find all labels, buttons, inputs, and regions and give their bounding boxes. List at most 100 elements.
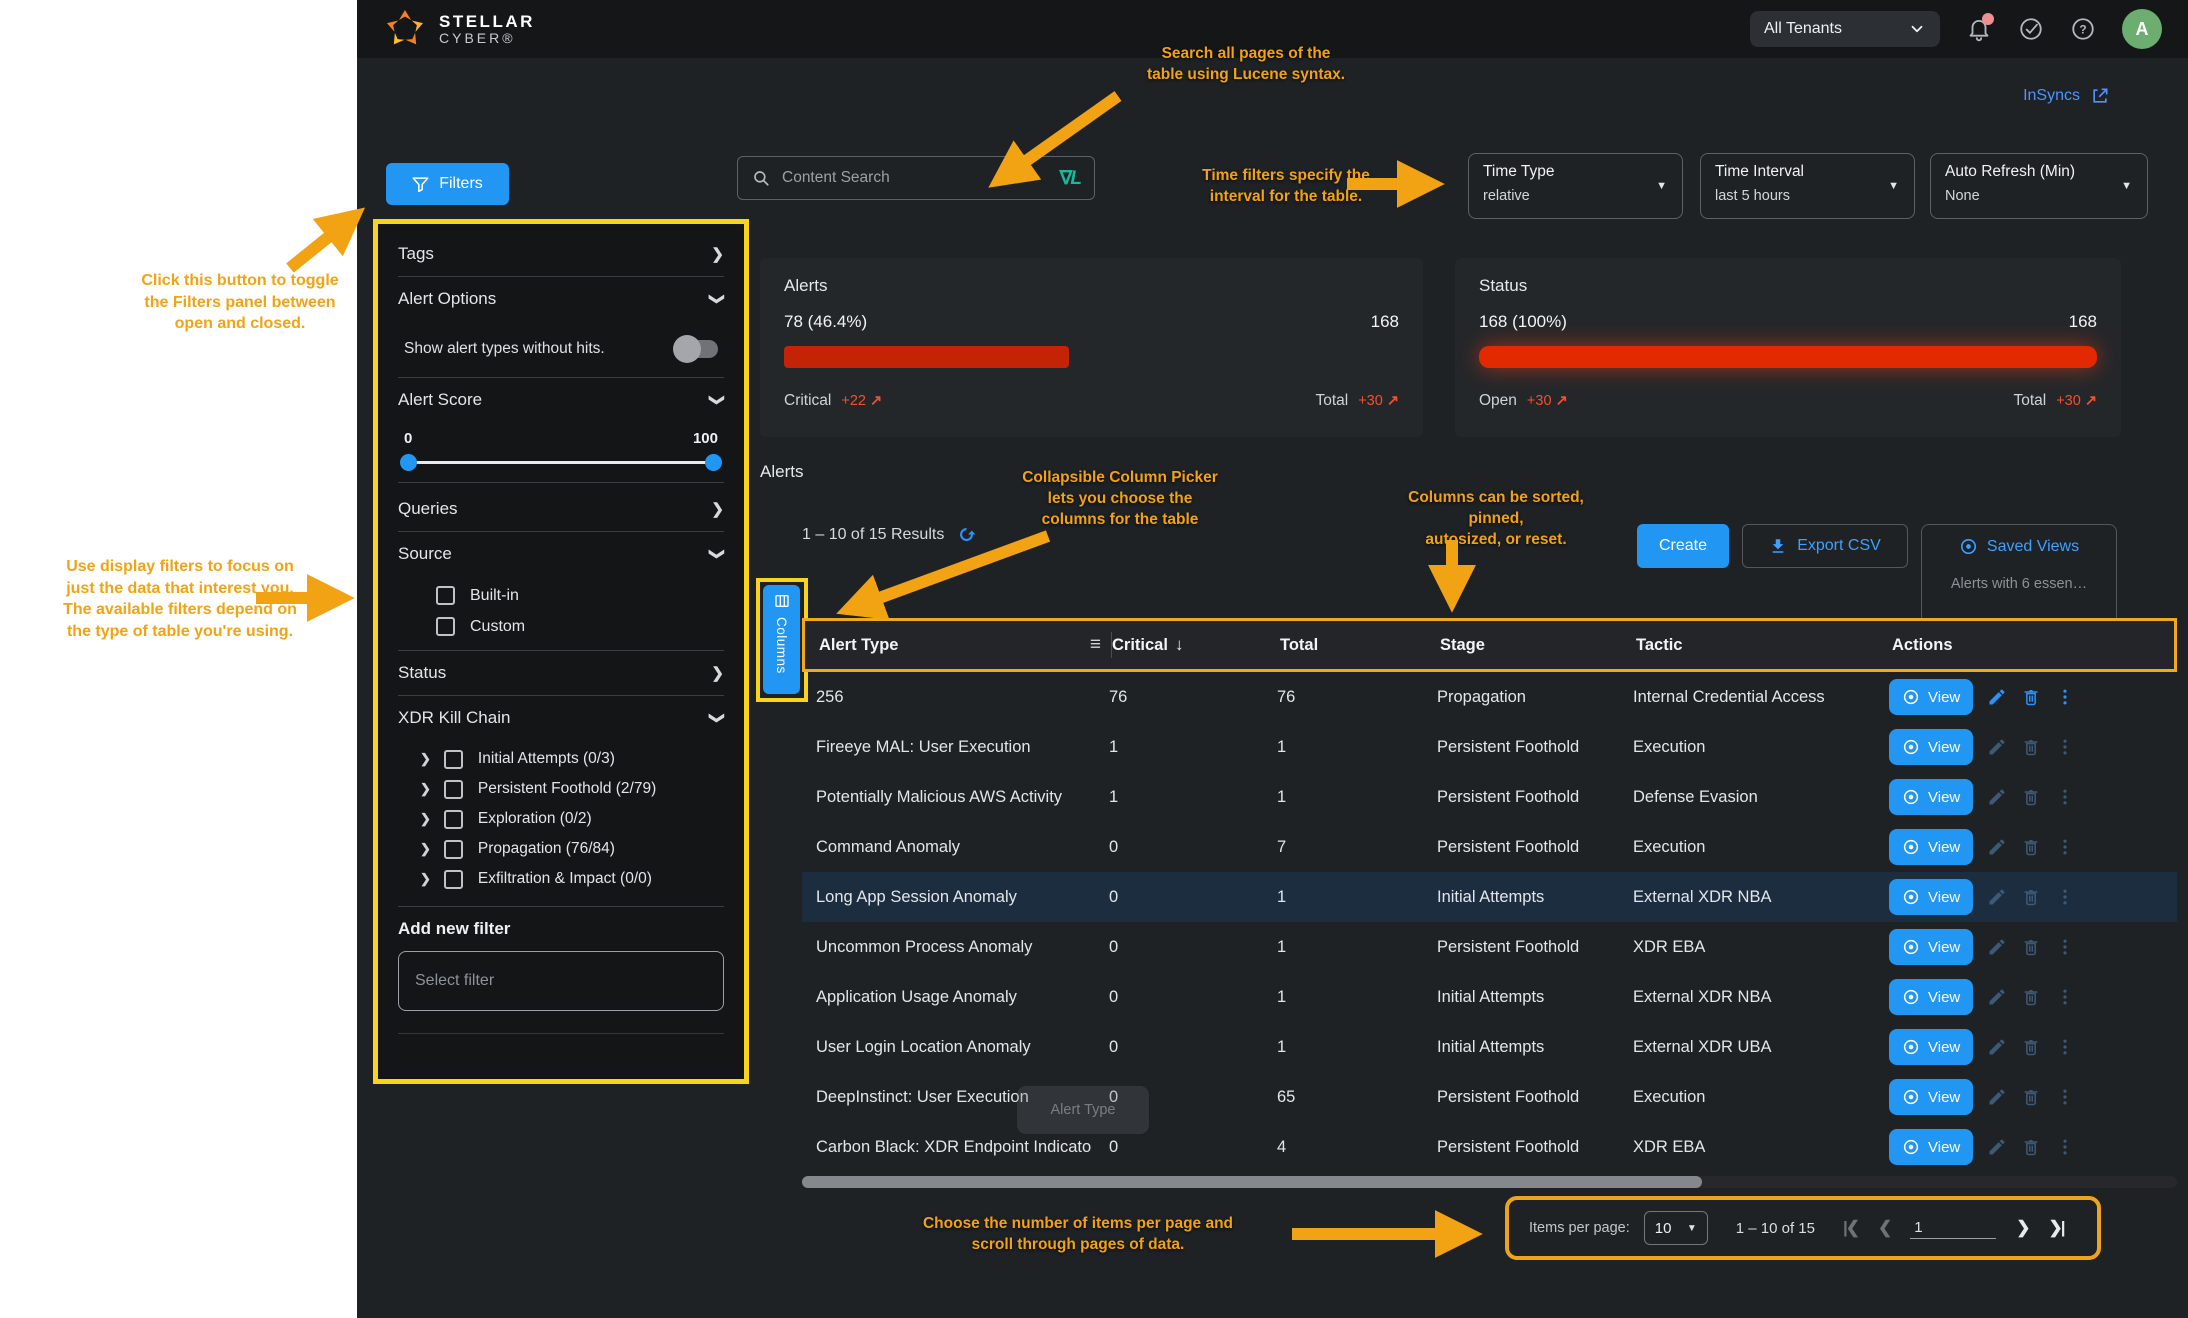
table-row[interactable]: Uncommon Process Anomaly 0 1 Persistent …: [802, 922, 2177, 972]
custom-checkbox[interactable]: [436, 617, 455, 636]
kill-chain-checkbox[interactable]: [444, 780, 463, 799]
view-button[interactable]: View: [1889, 879, 1973, 915]
more-actions-kebab-icon[interactable]: [2055, 737, 2075, 757]
horizontal-scrollbar[interactable]: [802, 1176, 2177, 1188]
edit-pencil-icon[interactable]: [1987, 837, 2007, 857]
expand-chevron-icon[interactable]: ❯: [420, 811, 431, 827]
edit-pencil-icon[interactable]: [1987, 937, 2007, 957]
next-page-icon[interactable]: ❯: [2016, 1218, 2028, 1238]
select-filter-input[interactable]: [398, 951, 724, 1011]
first-page-icon[interactable]: |❮: [1843, 1218, 1858, 1238]
filter-section-alert-options[interactable]: Alert Options ❯: [398, 277, 724, 321]
edit-pencil-icon[interactable]: [1987, 987, 2007, 1007]
slider-handle-min[interactable]: [400, 454, 417, 471]
filters-toggle-button[interactable]: Filters: [386, 163, 509, 205]
tasks-check-icon[interactable]: [2018, 16, 2044, 42]
edit-pencil-icon[interactable]: [1987, 687, 2007, 707]
edit-pencil-icon[interactable]: [1987, 1137, 2007, 1157]
more-actions-kebab-icon[interactable]: [2055, 787, 2075, 807]
table-row[interactable]: Long App Session Anomaly 0 1 Initial Att…: [802, 872, 2177, 922]
export-csv-button[interactable]: Export CSV: [1742, 524, 1908, 568]
filter-section-alert-score[interactable]: Alert Score ❯: [398, 378, 724, 422]
column-header-critical[interactable]: Critical ↓: [1112, 635, 1280, 655]
filter-section-tags[interactable]: Tags ❯: [398, 232, 724, 276]
view-button[interactable]: View: [1889, 729, 1973, 765]
more-actions-kebab-icon[interactable]: [2055, 1037, 2075, 1057]
more-actions-kebab-icon[interactable]: [2055, 887, 2075, 907]
page-number-input[interactable]: [1910, 1217, 1996, 1239]
column-menu-icon[interactable]: ≡: [1090, 634, 1101, 656]
scrollbar-thumb[interactable]: [802, 1176, 1702, 1188]
more-actions-kebab-icon[interactable]: [2055, 687, 2075, 707]
delete-trash-icon[interactable]: [2021, 1087, 2041, 1107]
content-search-input[interactable]: [780, 168, 1050, 188]
notifications-bell-icon[interactable]: [1966, 16, 1992, 42]
delete-trash-icon[interactable]: [2021, 937, 2041, 957]
filter-section-status[interactable]: Status ❯: [398, 651, 724, 695]
expand-chevron-icon[interactable]: ❯: [420, 781, 431, 797]
time-type-dropdown[interactable]: Time Type relative ▼: [1468, 153, 1683, 219]
view-button[interactable]: View: [1889, 679, 1973, 715]
edit-pencil-icon[interactable]: [1987, 887, 2007, 907]
slider-handle-max[interactable]: [705, 454, 722, 471]
delete-trash-icon[interactable]: [2021, 887, 2041, 907]
kill-chain-checkbox[interactable]: [444, 840, 463, 859]
lucene-syntax-icon[interactable]: ∇L: [1060, 167, 1080, 190]
more-actions-kebab-icon[interactable]: [2055, 837, 2075, 857]
delete-trash-icon[interactable]: [2021, 787, 2041, 807]
filter-section-source[interactable]: Source ❯: [398, 532, 724, 576]
insyncs-link[interactable]: InSyncs: [2023, 86, 2110, 106]
column-header-alert-type[interactable]: Alert Type ≡: [805, 632, 1112, 658]
user-avatar[interactable]: A: [2122, 9, 2162, 49]
table-row[interactable]: User Login Location Anomaly 0 1 Initial …: [802, 1022, 2177, 1072]
view-button[interactable]: View: [1889, 829, 1973, 865]
table-row[interactable]: Application Usage Anomaly 0 1 Initial At…: [802, 972, 2177, 1022]
delete-trash-icon[interactable]: [2021, 1137, 2041, 1157]
built-in-checkbox[interactable]: [436, 586, 455, 605]
last-page-icon[interactable]: ❯|: [2049, 1218, 2064, 1238]
more-actions-kebab-icon[interactable]: [2055, 1137, 2075, 1157]
column-header-total[interactable]: Total: [1280, 636, 1440, 655]
filter-section-kill-chain[interactable]: XDR Kill Chain ❯: [398, 696, 724, 740]
view-button[interactable]: View: [1889, 929, 1973, 965]
slider-track[interactable]: [404, 461, 718, 464]
delete-trash-icon[interactable]: [2021, 987, 2041, 1007]
more-actions-kebab-icon[interactable]: [2055, 987, 2075, 1007]
delete-trash-icon[interactable]: [2021, 1037, 2041, 1057]
edit-pencil-icon[interactable]: [1987, 787, 2007, 807]
delete-trash-icon[interactable]: [2021, 737, 2041, 757]
create-button[interactable]: Create: [1637, 524, 1729, 568]
edit-pencil-icon[interactable]: [1987, 737, 2007, 757]
help-icon[interactable]: ?: [2070, 16, 2096, 42]
kill-chain-checkbox[interactable]: [444, 810, 463, 829]
edit-pencil-icon[interactable]: [1987, 1087, 2007, 1107]
saved-views-button[interactable]: Saved Views Alerts with 6 essen…: [1921, 524, 2117, 624]
view-button[interactable]: View: [1889, 979, 1973, 1015]
view-button[interactable]: View: [1889, 1129, 1973, 1165]
more-actions-kebab-icon[interactable]: [2055, 937, 2075, 957]
edit-pencil-icon[interactable]: [1987, 1037, 2007, 1057]
view-button[interactable]: View: [1889, 1029, 1973, 1065]
table-row[interactable]: Fireeye MAL: User Execution 1 1 Persiste…: [802, 722, 2177, 772]
expand-chevron-icon[interactable]: ❯: [420, 751, 431, 767]
refresh-icon[interactable]: [956, 524, 977, 545]
view-button[interactable]: View: [1889, 1079, 1973, 1115]
table-row[interactable]: DeepInstinct: User Execution 0 65 Persis…: [802, 1072, 2177, 1122]
delete-trash-icon[interactable]: [2021, 687, 2041, 707]
expand-chevron-icon[interactable]: ❯: [420, 871, 431, 887]
column-header-stage[interactable]: Stage: [1440, 636, 1636, 655]
kill-chain-checkbox[interactable]: [444, 870, 463, 889]
show-alert-types-toggle[interactable]: [676, 340, 718, 358]
items-per-page-select[interactable]: 10 ▼: [1644, 1211, 1708, 1245]
columns-picker-button[interactable]: Columns: [763, 585, 800, 694]
tenant-selector[interactable]: All Tenants: [1750, 11, 1940, 47]
kill-chain-checkbox[interactable]: [444, 750, 463, 769]
table-row[interactable]: Potentially Malicious AWS Activity 1 1 P…: [802, 772, 2177, 822]
view-button[interactable]: View: [1889, 779, 1973, 815]
prev-page-icon[interactable]: ❮: [1878, 1218, 1890, 1238]
column-header-tactic[interactable]: Tactic: [1636, 636, 1892, 655]
auto-refresh-dropdown[interactable]: Auto Refresh (Min) None ▼: [1930, 153, 2148, 219]
table-row[interactable]: Command Anomaly 0 7 Persistent Foothold …: [802, 822, 2177, 872]
more-actions-kebab-icon[interactable]: [2055, 1087, 2075, 1107]
expand-chevron-icon[interactable]: ❯: [420, 841, 431, 857]
